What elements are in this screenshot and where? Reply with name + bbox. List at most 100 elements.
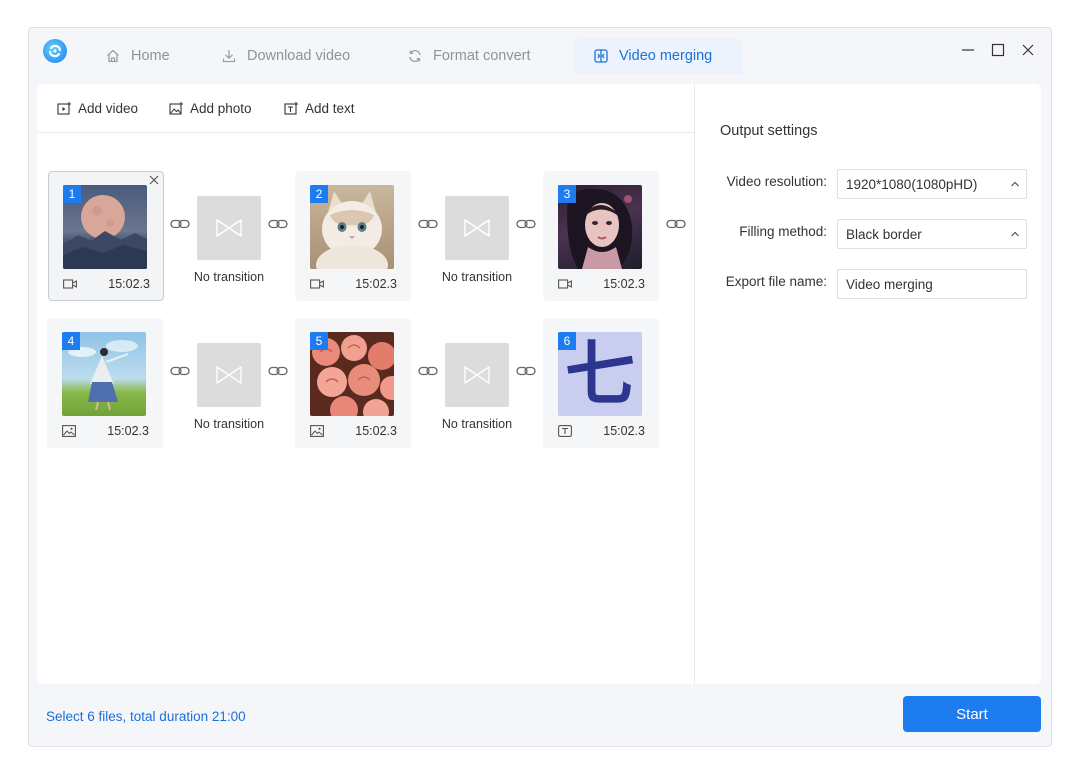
tab-format-convert[interactable]: Format convert (387, 38, 551, 74)
tab-download-video[interactable]: Download video (201, 38, 370, 74)
clip-card[interactable]: 1 15:02.3 (48, 171, 164, 301)
output-settings-panel: Output settings Video resolution: 1920*1… (695, 84, 1041, 684)
clip-duration: 15:02.3 (603, 277, 645, 291)
chevron-up-icon (1011, 181, 1019, 187)
clip-card[interactable]: 2 15:02.3 (295, 171, 411, 301)
app-window: Home Download video Format convert Video… (28, 27, 1052, 747)
tab-home-label: Home (131, 48, 170, 64)
tab-video-merging[interactable]: Video merging (573, 38, 743, 74)
transition-label: No transition (193, 270, 265, 284)
download-icon (222, 50, 236, 63)
link-icon[interactable] (170, 218, 190, 230)
clip-duration: 15:02.3 (355, 424, 397, 438)
clip-thumbnail-portrait: 3 (558, 185, 642, 269)
home-icon (107, 49, 119, 63)
clip-index-badge: 2 (310, 185, 328, 203)
video-type-icon (310, 279, 324, 289)
transition-label: No transition (441, 417, 513, 431)
minimize-button[interactable] (958, 40, 978, 60)
clip-thumbnail-field: 4 (62, 332, 146, 416)
clip-card[interactable]: 5 15:02.3 (295, 318, 411, 448)
transition-slot[interactable] (445, 343, 509, 407)
timeline-panel: Add video Add photo Add text 1 15:02.3 N… (37, 84, 695, 684)
photo-type-icon (62, 425, 76, 437)
text-type-icon (558, 425, 572, 437)
clip-duration: 15:02.3 (603, 424, 645, 438)
transition-label: No transition (193, 417, 265, 431)
bowtie-transition-icon (216, 219, 242, 237)
clip-thumbnail-text: 七 6 (558, 332, 642, 416)
resolution-label: Video resolution: (726, 174, 827, 189)
add-text-label: Add text (305, 100, 355, 116)
filling-label: Filling method: (739, 224, 827, 239)
refresh-icon (409, 50, 421, 62)
clip-index-badge: 5 (310, 332, 328, 350)
bowtie-transition-icon (464, 366, 490, 384)
add-video-button[interactable]: Add video (57, 99, 138, 117)
tab-home[interactable]: Home (85, 38, 190, 74)
link-icon[interactable] (516, 365, 536, 377)
filename-label: Export file name: (725, 274, 827, 289)
photo-type-icon (310, 425, 324, 437)
clip-index-badge: 3 (558, 185, 576, 203)
minimize-icon (962, 49, 974, 51)
clip-thumbnail-roses: 5 (310, 332, 394, 416)
clip-index-badge: 1 (63, 185, 81, 203)
filename-value: Video merging (846, 276, 933, 292)
link-icon[interactable] (170, 365, 190, 377)
clip-duration: 15:02.3 (108, 277, 150, 291)
filling-value: Black border (846, 226, 922, 242)
link-icon[interactable] (268, 365, 288, 377)
title-bar: Home Download video Format convert Video… (29, 28, 1051, 84)
chevron-up-icon (1011, 231, 1019, 237)
transition-label: No transition (441, 270, 513, 284)
maximize-button[interactable] (988, 40, 1008, 60)
merge-icon (594, 49, 608, 63)
add-photo-label: Add photo (190, 100, 252, 116)
clip-thumbnail-cat: 2 (310, 185, 394, 269)
selection-status: Select 6 files, total duration 21:00 (46, 709, 246, 724)
bowtie-transition-icon (216, 366, 242, 384)
tab-download-label: Download video (247, 48, 351, 64)
clip-thumbnail-moon: 1 (63, 185, 147, 269)
close-icon (1022, 44, 1034, 56)
clip-duration: 15:02.3 (355, 277, 397, 291)
start-button[interactable]: Start (903, 696, 1041, 732)
add-photo-icon (169, 101, 183, 115)
tab-format-label: Format convert (433, 48, 531, 64)
clip-duration: 15:02.3 (107, 424, 149, 438)
link-icon[interactable] (418, 218, 438, 230)
resolution-select[interactable]: 1920*1080(1080pHD) (837, 169, 1027, 199)
filling-select[interactable]: Black border (837, 219, 1027, 249)
clip-card[interactable]: 3 15:02.3 (543, 171, 659, 301)
main-panel: Add video Add photo Add text 1 15:02.3 N… (37, 84, 1041, 684)
tab-merging-label: Video merging (619, 48, 713, 64)
video-type-icon (558, 279, 572, 289)
add-video-label: Add video (78, 100, 139, 116)
resolution-value: 1920*1080(1080pHD) (846, 176, 978, 192)
transition-slot[interactable] (197, 343, 261, 407)
add-photo-button[interactable]: Add photo (169, 99, 252, 117)
clip-index-badge: 6 (558, 332, 576, 350)
link-icon[interactable] (516, 218, 536, 230)
transition-slot[interactable] (197, 196, 261, 260)
bowtie-transition-icon (464, 219, 490, 237)
filename-input[interactable]: Video merging (837, 269, 1027, 299)
close-window-button[interactable] (1018, 40, 1038, 60)
clip-card[interactable]: 七 6 15:02.3 (543, 318, 659, 448)
video-type-icon (63, 279, 77, 289)
link-icon[interactable] (268, 218, 288, 230)
link-icon[interactable] (666, 218, 686, 230)
app-logo-icon (43, 39, 67, 63)
maximize-icon (991, 43, 1005, 57)
link-icon[interactable] (418, 365, 438, 377)
add-text-button[interactable]: Add text (284, 99, 355, 117)
clip-card[interactable]: 4 15:02.3 (47, 318, 163, 448)
remove-clip-icon[interactable] (148, 174, 160, 186)
settings-title: Output settings (720, 123, 818, 139)
add-text-icon (284, 101, 298, 115)
transition-slot[interactable] (445, 196, 509, 260)
media-toolbar: Add video Add photo Add text (37, 84, 694, 133)
add-video-icon (57, 101, 71, 115)
clip-index-badge: 4 (62, 332, 80, 350)
